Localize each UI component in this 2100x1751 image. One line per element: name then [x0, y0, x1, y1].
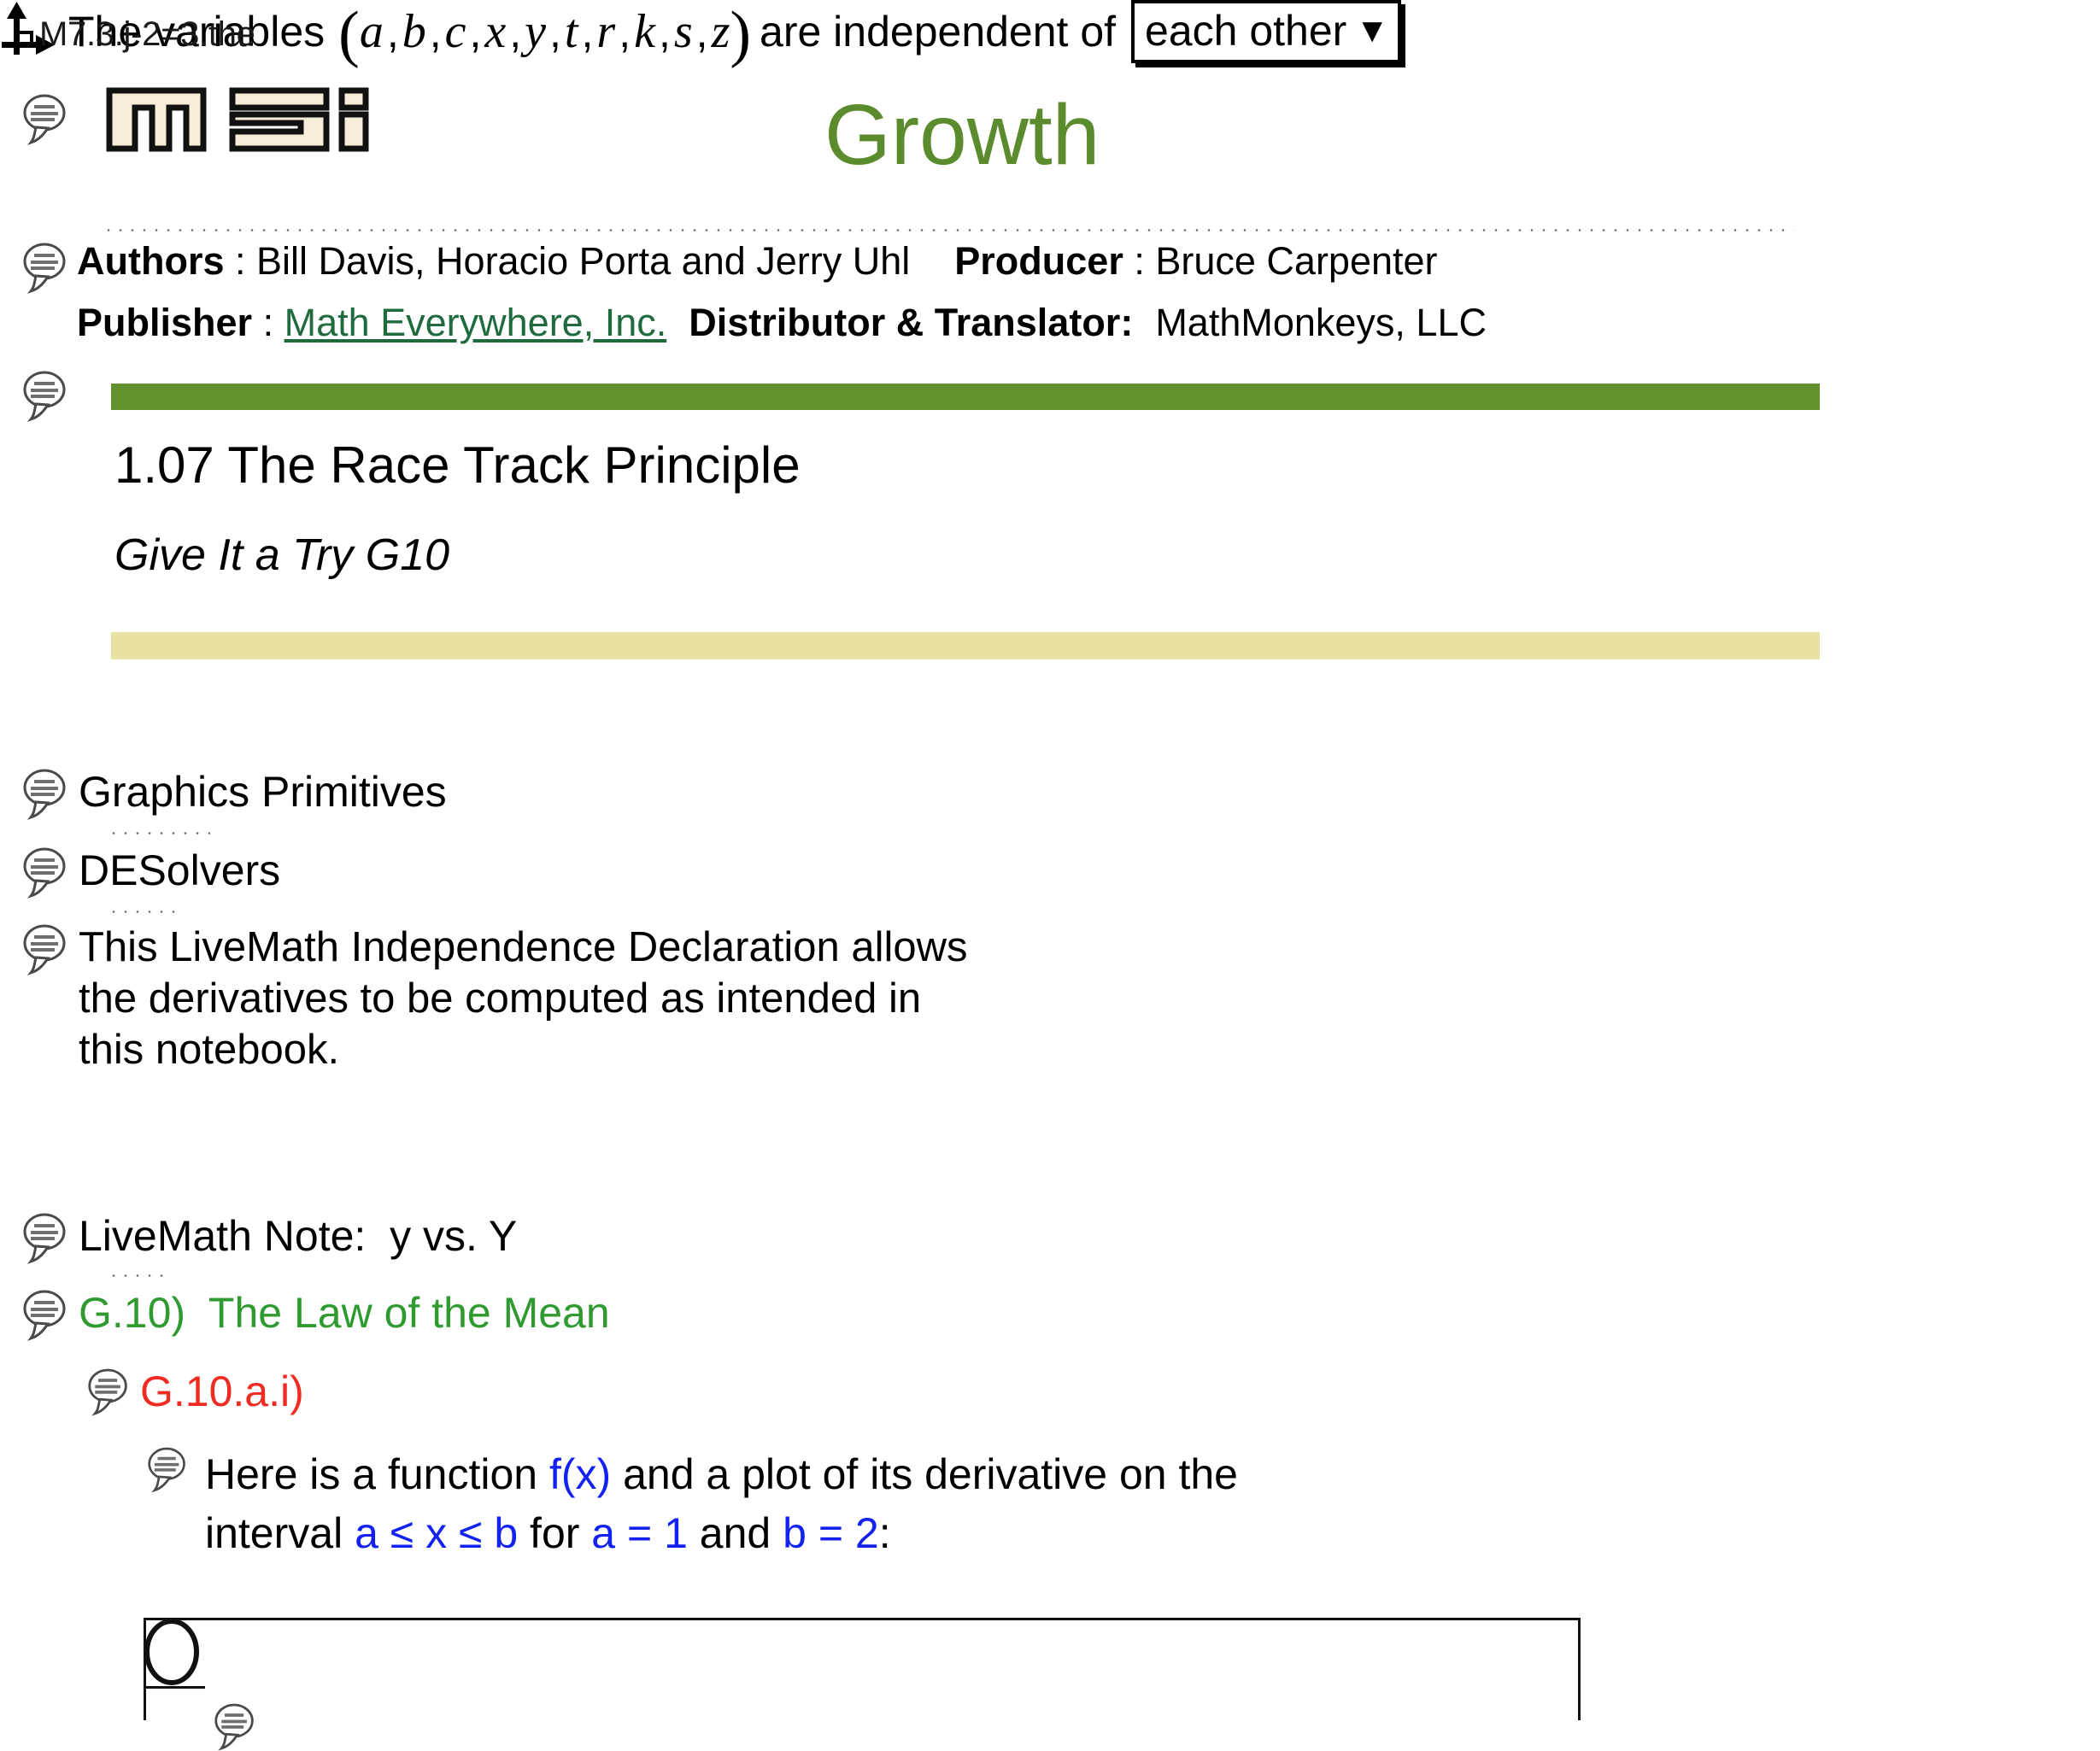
note-line-2: the derivatives to be computed as intend… [79, 975, 922, 1022]
outline-label: Graphics Primitives [79, 768, 447, 816]
oval-handle-icon[interactable] [144, 1618, 200, 1686]
variable-separator: , [581, 9, 594, 56]
b-value: b = 2 [783, 1509, 879, 1557]
variable-a: a [359, 5, 384, 58]
outline-label-g10: G.10) The Law of the Mean [79, 1289, 610, 1337]
outline-item-desolvers[interactable]: DESolvers [22, 846, 280, 899]
interval-expression: a ≤ x ≤ b [355, 1509, 519, 1557]
comment-bubble-icon[interactable] [22, 1288, 68, 1341]
comment-bubble-icon[interactable] [22, 922, 68, 975]
comment-bubble-icon[interactable] [22, 92, 68, 145]
variable-separator: , [658, 9, 671, 56]
independence-trailing: are independent of [760, 8, 1117, 56]
comment-bubble-icon[interactable] [87, 1367, 130, 1416]
divider-dotted-1 [108, 832, 210, 835]
g10ai-line2-part1: interval [205, 1509, 355, 1557]
comment-bubble-section-icon[interactable] [22, 369, 68, 426]
variable-separator: , [469, 9, 482, 56]
note-line-3: this notebook. [79, 1026, 340, 1073]
comment-bubble-icon[interactable] [147, 1445, 188, 1493]
divider-dotted-3 [108, 1274, 167, 1277]
producer-separator: : [1123, 239, 1156, 283]
notebook-filename: M7.3.j-2=3.the [39, 15, 255, 53]
divider-dotted-2 [108, 911, 176, 913]
producer-label: Producer [954, 239, 1123, 283]
function-fx: f(x) [548, 1450, 612, 1498]
g10ai-line2-part2: for [518, 1509, 592, 1557]
graphics-output-box[interactable] [144, 1618, 1581, 1720]
publisher-link[interactable]: Math Everywhere, Inc. [284, 301, 667, 344]
section-bar-top [111, 384, 1820, 410]
independence-target-dropdown[interactable]: each other ▼ [1131, 0, 1401, 63]
variable-separator: , [619, 9, 631, 56]
variable-c: c [444, 5, 466, 58]
chevron-down-icon: ▼ [1355, 12, 1389, 50]
comment-bubble-icon[interactable] [22, 241, 68, 294]
outline-label: LiveMath Note: y vs. Y [79, 1212, 518, 1260]
variable-list: a,b,c,x,y,t,r,k,s,z [360, 4, 730, 59]
independence-declaration-row[interactable]: The variables ( a,b,c,x,y,t,r,k,s,z ) ar… [0, 0, 2100, 66]
comment-bubble-icon[interactable] [214, 1701, 256, 1751]
logo-row [22, 87, 371, 156]
outline-item-g10[interactable]: G.10) The Law of the Mean [22, 1288, 610, 1341]
page-title: Growth [824, 87, 1100, 183]
authors-label: Authors [77, 239, 225, 283]
g10ai-line-2: interval a ≤ x ≤ b for a = 1 and b = 2: [205, 1504, 1238, 1563]
producer-value: Bruce Carpenter [1155, 239, 1438, 283]
distributor-label: Distributor & Translator: [689, 301, 1134, 344]
variable-x: x [484, 5, 507, 58]
authors-value: Bill Davis, Horacio Porta and Jerry Uhl [256, 239, 911, 283]
credit-line-authors: Authors : Bill Davis, Horacio Porta and … [22, 241, 1487, 294]
publisher-label: Publisher [77, 301, 253, 344]
comment-bubble-icon[interactable] [22, 846, 68, 899]
section-subheading: Give It a Try G10 [114, 530, 450, 580]
section-bar-bottom [111, 632, 1820, 659]
distributor-value: MathMonkeys, LLC [1155, 301, 1487, 344]
g10ai-line1-part2: and a plot of its derivative on the [611, 1450, 1238, 1498]
publisher-separator: : [252, 301, 284, 344]
g10ai-line-1: Here is a function f(x) and a plot of it… [205, 1445, 1238, 1504]
divider-dotted-top [103, 229, 1794, 231]
variable-separator: , [429, 9, 442, 56]
mei-logo [104, 85, 371, 156]
independence-declaration-text: The variables ( a,b,c,x,y,t,r,k,s,z ) ar… [68, 0, 1401, 66]
dropdown-value: each other [1145, 7, 1347, 55]
g10ai-line2-colon: : [878, 1509, 891, 1557]
a-value: a = 1 [591, 1509, 688, 1557]
variable-y: y [525, 5, 547, 58]
g10ai-line1-part1: Here is a function [205, 1450, 549, 1498]
g10ai-body-text: Here is a function f(x) and a plot of it… [205, 1445, 1238, 1563]
box-corner-rule [144, 1686, 205, 1689]
outline-item-livemath-note[interactable]: LiveMath Note: y vs. Y [22, 1211, 517, 1264]
section-heading: 1.07 The Race Track Principle [114, 436, 801, 494]
note-line-1: This LiveMath Independence Declaration a… [79, 924, 968, 970]
g10ai-line2-part3: and [687, 1509, 783, 1557]
variable-z: z [711, 5, 730, 58]
variable-separator: , [386, 9, 399, 56]
variable-separator: , [695, 9, 708, 56]
credit-line-publisher: Publisher : Math Everywhere, Inc. Distrib… [77, 302, 1487, 343]
credits-block: Authors : Bill Davis, Horacio Porta and … [22, 241, 1487, 343]
authors-separator: : [224, 239, 257, 283]
comment-bubble-icon[interactable] [22, 767, 68, 820]
outline-item-graphics-primitives[interactable]: Graphics Primitives [22, 767, 447, 820]
variable-r: r [596, 5, 616, 58]
variable-separator: , [509, 9, 522, 56]
outline-label-g10ai: G.10.a.i) [140, 1367, 304, 1415]
independence-declaration-note[interactable]: This LiveMath Independence Declaration a… [22, 922, 967, 1075]
variable-separator: , [549, 9, 561, 56]
comment-bubble-icon[interactable] [22, 1211, 68, 1264]
variable-k: k [634, 5, 655, 58]
independence-note-text: This LiveMath Independence Declaration a… [79, 922, 967, 1075]
comment-bubble-icon[interactable] [22, 369, 68, 422]
variable-t: t [564, 5, 578, 58]
variable-s: s [673, 5, 693, 58]
outline-label: DESolvers [79, 846, 281, 894]
outline-item-g10ai[interactable]: G.10.a.i) [87, 1367, 304, 1417]
g10ai-body[interactable]: Here is a function f(x) and a plot of it… [147, 1445, 1238, 1563]
variable-b: b [402, 5, 426, 58]
